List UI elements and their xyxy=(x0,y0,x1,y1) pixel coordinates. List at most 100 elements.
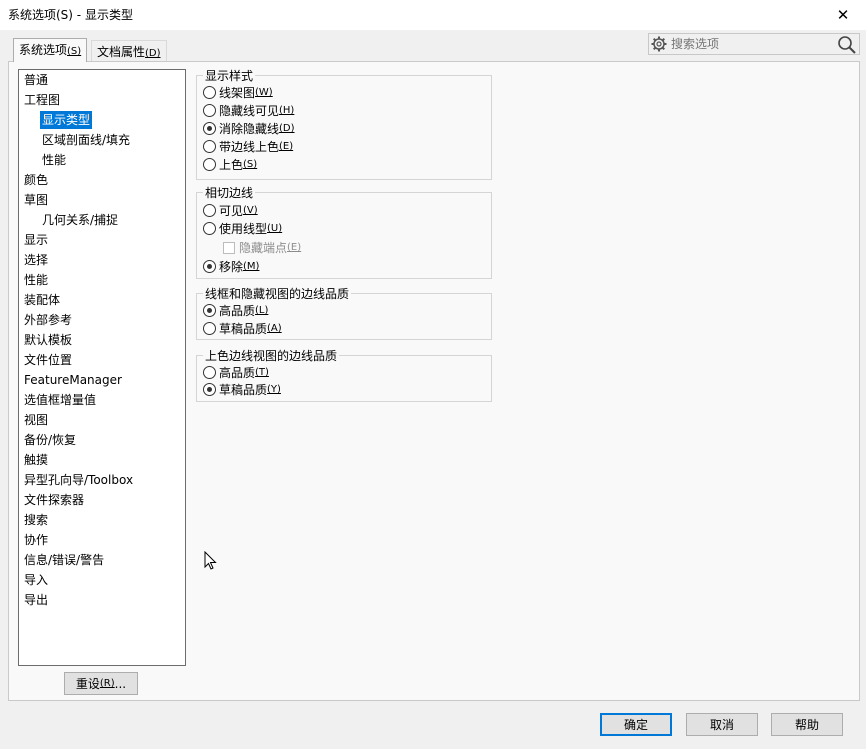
tree-item-touch[interactable]: 触摸 xyxy=(24,451,48,469)
option-label: 消除隐藏线 xyxy=(219,122,280,136)
option-mnemonic: (A) xyxy=(267,323,282,334)
tree-item-colors[interactable]: 颜色 xyxy=(24,171,48,189)
radio-shaded-high-quality[interactable]: 高品质 (T) xyxy=(203,364,269,381)
radio-indicator xyxy=(203,383,216,396)
tree-item-display[interactable]: 显示 xyxy=(24,231,48,249)
tree-item-import[interactable]: 导入 xyxy=(24,571,48,589)
tab-mnemonic: (D) xyxy=(145,48,161,59)
tree-item-default-templates[interactable]: 默认模板 xyxy=(24,331,72,349)
help-button[interactable]: 帮助 xyxy=(771,713,843,736)
group-title: 显示样式 xyxy=(203,67,256,84)
window-title: 系统选项(S) - 显示类型 xyxy=(8,8,133,22)
checkbox-hide-endpoints[interactable]: 隐藏端点 (E) xyxy=(223,239,301,256)
option-label: 隐藏线可见 xyxy=(219,104,280,118)
group-shaded-edge-quality: 上色边线视图的边线品质 高品质 (T) 草稿品质 (Y) xyxy=(196,347,492,402)
option-label: 使用线型 xyxy=(219,222,268,236)
radio-indicator xyxy=(203,86,216,99)
option-mnemonic: (D) xyxy=(279,123,295,134)
group-title: 线框和隐藏视图的边线品质 xyxy=(203,285,352,302)
tree-item-external-references[interactable]: 外部参考 xyxy=(24,311,72,329)
gear-icon[interactable] xyxy=(651,36,667,55)
tree-item-collaboration[interactable]: 协作 xyxy=(24,531,48,549)
tab-mnemonic: (S) xyxy=(67,46,82,57)
reset-suffix: ... xyxy=(114,676,127,691)
option-mnemonic: (S) xyxy=(243,159,258,170)
option-label: 隐藏端点 xyxy=(239,241,288,255)
option-mnemonic: (E) xyxy=(279,141,294,152)
search-input[interactable] xyxy=(669,35,829,53)
option-mnemonic: (T) xyxy=(255,367,269,378)
radio-wireframe[interactable]: 线架图 (W) xyxy=(203,84,273,101)
radio-indicator xyxy=(203,322,216,335)
radio-indicator xyxy=(203,204,216,217)
group-title: 相切边线 xyxy=(203,184,256,201)
tree-item-file-locations[interactable]: 文件位置 xyxy=(24,351,72,369)
option-label: 可见 xyxy=(219,204,244,218)
radio-hidden-lines-removed[interactable]: 消除隐藏线 (D) xyxy=(203,120,295,137)
tree-item-selection[interactable]: 选择 xyxy=(24,251,48,269)
search-icon[interactable] xyxy=(837,35,857,58)
tree-item-hole-wizard-toolbox[interactable]: 异型孔向导/Toolbox xyxy=(24,471,133,489)
tree-item-area-hatch-fill[interactable]: 区域剖面线/填充 xyxy=(42,131,130,149)
radio-wireframe-high-quality[interactable]: 高品质 (L) xyxy=(203,302,268,319)
options-tree[interactable]: 普通 工程图 显示类型 区域剖面线/填充 性能 颜色 草图 几何关系/捕捉 显示… xyxy=(18,69,186,666)
close-icon: ✕ xyxy=(836,6,850,24)
option-label: 高品质 xyxy=(219,304,256,318)
tab-document-properties[interactable]: 文档属性(D) xyxy=(91,40,167,61)
search-box xyxy=(648,33,860,55)
tree-item-export[interactable]: 导出 xyxy=(24,591,48,609)
radio-wireframe-draft-quality[interactable]: 草稿品质 (A) xyxy=(203,320,282,337)
group-title: 上色边线视图的边线品质 xyxy=(203,347,340,364)
radio-shaded-draft-quality[interactable]: 草稿品质 (Y) xyxy=(203,381,281,398)
tree-item-file-explorer[interactable]: 文件探索器 xyxy=(24,491,84,509)
radio-hidden-lines-visible[interactable]: 隐藏线可见 (H) xyxy=(203,102,294,119)
radio-use-font[interactable]: 使用线型 (U) xyxy=(203,220,282,237)
title-bar: 系统选项(S) - 显示类型 ✕ xyxy=(0,0,866,30)
close-button[interactable]: ✕ xyxy=(820,0,866,30)
option-label: 高品质 xyxy=(219,366,256,380)
group-tangent-edges: 相切边线 可见 (V) 使用线型 (U) 隐藏端点 (E) 移除 (M) xyxy=(196,184,492,279)
radio-indicator xyxy=(203,158,216,171)
tree-item-spin-box-increments[interactable]: 选值框增量值 xyxy=(24,391,96,409)
tab-label: 文档属性 xyxy=(97,45,146,59)
radio-indicator xyxy=(203,304,216,317)
checkbox-indicator xyxy=(223,241,235,254)
tree-item-view[interactable]: 视图 xyxy=(24,411,48,429)
tree-item-display-style[interactable]: 显示类型 xyxy=(40,111,93,129)
tree-item-backup-recover[interactable]: 备份/恢复 xyxy=(24,431,76,449)
tree-item-messages-errors-warnings[interactable]: 信息/错误/警告 xyxy=(24,551,104,569)
radio-indicator xyxy=(203,260,216,273)
tree-item-general[interactable]: 普通 xyxy=(24,71,48,89)
group-display-style: 显示样式 线架图 (W) 隐藏线可见 (H) 消除隐藏线 (D) 带边线上色 (E) 上… xyxy=(196,67,492,180)
tab-system-options[interactable]: 系统选项(S) xyxy=(13,38,88,62)
reset-label: 重设 xyxy=(75,677,100,691)
radio-indicator xyxy=(203,122,216,135)
radio-indicator xyxy=(203,366,216,379)
tree-item-featuremanager[interactable]: FeatureManager xyxy=(24,371,122,389)
tree-item-assemblies[interactable]: 装配体 xyxy=(24,291,60,309)
option-label: 草稿品质 xyxy=(219,322,268,336)
radio-shaded-with-edges[interactable]: 带边线上色 (E) xyxy=(203,138,293,155)
reset-button[interactable]: 重设 (R)... xyxy=(64,672,138,695)
tree-item-drawing-performance[interactable]: 性能 xyxy=(42,151,66,169)
cancel-button[interactable]: 取消 xyxy=(686,713,758,736)
radio-indicator xyxy=(203,140,216,153)
option-mnemonic: (Y) xyxy=(267,384,281,395)
option-mnemonic: (M) xyxy=(243,261,260,272)
option-mnemonic: (V) xyxy=(243,205,258,216)
tree-item-performance[interactable]: 性能 xyxy=(24,271,48,289)
radio-indicator xyxy=(203,222,216,235)
tree-item-sketch[interactable]: 草图 xyxy=(24,191,48,209)
radio-indicator xyxy=(203,104,216,117)
tree-item-relations-snaps[interactable]: 几何关系/捕捉 xyxy=(42,211,118,229)
radio-shaded[interactable]: 上色 (S) xyxy=(203,156,257,173)
option-label: 线架图 xyxy=(219,86,256,100)
ok-button[interactable]: 确定 xyxy=(600,713,672,736)
tree-item-drawings[interactable]: 工程图 xyxy=(24,91,60,109)
radio-tangent-removed[interactable]: 移除 (M) xyxy=(203,258,259,275)
tree-item-search[interactable]: 搜索 xyxy=(24,511,48,529)
radio-tangent-visible[interactable]: 可见 (V) xyxy=(203,202,258,219)
reset-mnemonic: (R) xyxy=(99,678,115,689)
option-label: 上色 xyxy=(219,158,244,172)
tab-label: 系统选项 xyxy=(19,43,68,57)
